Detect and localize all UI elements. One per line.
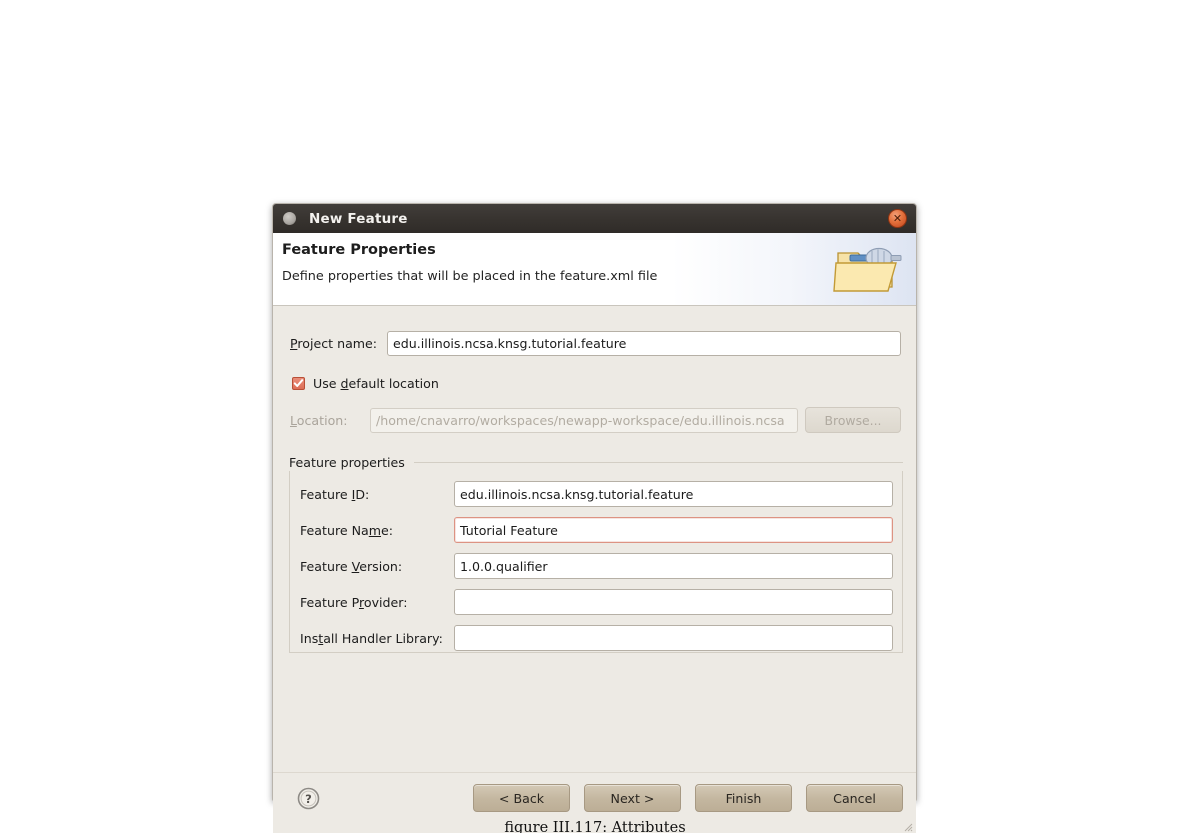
help-circle-icon[interactable]: ? xyxy=(297,787,320,810)
page-subtitle: Define properties that will be placed in… xyxy=(282,269,658,284)
folder-plugin-icon xyxy=(833,247,902,292)
feature-properties-group: Feature properties Feature ID: edu.illin… xyxy=(289,453,903,656)
dialog-button-bar: < Back Next > Finish Cancel xyxy=(473,784,903,812)
next-button[interactable]: Next > xyxy=(584,784,681,812)
group-header: Feature properties xyxy=(289,453,903,471)
project-name-row: Project name: edu.illinois.ncsa.knsg.tut… xyxy=(290,331,901,356)
use-default-location-label: Use default location xyxy=(313,376,439,391)
group-title: Feature properties xyxy=(289,454,405,470)
use-default-location-row[interactable]: Use default location xyxy=(292,376,439,391)
project-name-input[interactable]: edu.illinois.ncsa.knsg.tutorial.feature xyxy=(387,331,901,356)
dialog-titlebar[interactable]: New Feature ✕ xyxy=(273,204,916,233)
close-icon: ✕ xyxy=(892,212,903,225)
install-handler-library-label: Install Handler Library: xyxy=(300,630,443,646)
install-handler-library-input[interactable] xyxy=(454,625,893,651)
feature-provider-input[interactable] xyxy=(454,589,893,615)
svg-text:?: ? xyxy=(305,792,312,806)
page-root: New Feature ✕ Feature Properties Define … xyxy=(0,0,1190,833)
finish-button[interactable]: Finish xyxy=(695,784,792,812)
feature-provider-row: Feature Provider: xyxy=(296,589,893,615)
feature-id-input[interactable]: edu.illinois.ncsa.knsg.tutorial.feature xyxy=(454,481,893,507)
browse-button[interactable]: Browse... xyxy=(805,407,901,433)
install-handler-library-row: Install Handler Library: xyxy=(296,625,893,651)
feature-version-row: Feature Version: 1.0.0.qualifier xyxy=(296,553,893,579)
close-button[interactable]: ✕ xyxy=(888,209,907,228)
location-label: Location: xyxy=(290,412,348,428)
window-title: New Feature xyxy=(309,210,408,227)
location-input[interactable]: /home/cnavarro/workspaces/newapp-workspa… xyxy=(370,407,798,433)
feature-version-label: Feature Version: xyxy=(300,558,403,574)
feature-id-label: Feature ID: xyxy=(300,486,370,502)
location-row: Location: /home/cnavarro/workspaces/newa… xyxy=(290,407,901,433)
back-button[interactable]: < Back xyxy=(473,784,570,812)
feature-name-input[interactable]: Tutorial Feature xyxy=(454,517,893,543)
dot-icon xyxy=(283,212,296,225)
feature-provider-label: Feature Provider: xyxy=(300,594,408,610)
project-name-label: Project name: xyxy=(290,336,378,351)
use-default-location-checkbox[interactable] xyxy=(292,377,305,390)
feature-name-row: Feature Name: Tutorial Feature xyxy=(296,517,893,543)
new-feature-dialog: New Feature ✕ Feature Properties Define … xyxy=(272,203,917,833)
feature-name-label: Feature Name: xyxy=(300,522,394,538)
dialog-header: Feature Properties Define properties tha… xyxy=(273,233,916,306)
group-divider xyxy=(413,461,903,463)
dialog-body: Project name: edu.illinois.ncsa.knsg.tut… xyxy=(273,306,916,772)
page-title: Feature Properties xyxy=(282,242,436,258)
check-icon xyxy=(293,379,304,387)
feature-version-input[interactable]: 1.0.0.qualifier xyxy=(454,553,893,579)
cancel-button[interactable]: Cancel xyxy=(806,784,903,812)
group-body: Feature ID: edu.illinois.ncsa.knsg.tutor… xyxy=(289,471,903,653)
feature-id-row: Feature ID: edu.illinois.ncsa.knsg.tutor… xyxy=(296,481,893,507)
figure-caption: figure III.117: Attributes xyxy=(504,820,686,833)
